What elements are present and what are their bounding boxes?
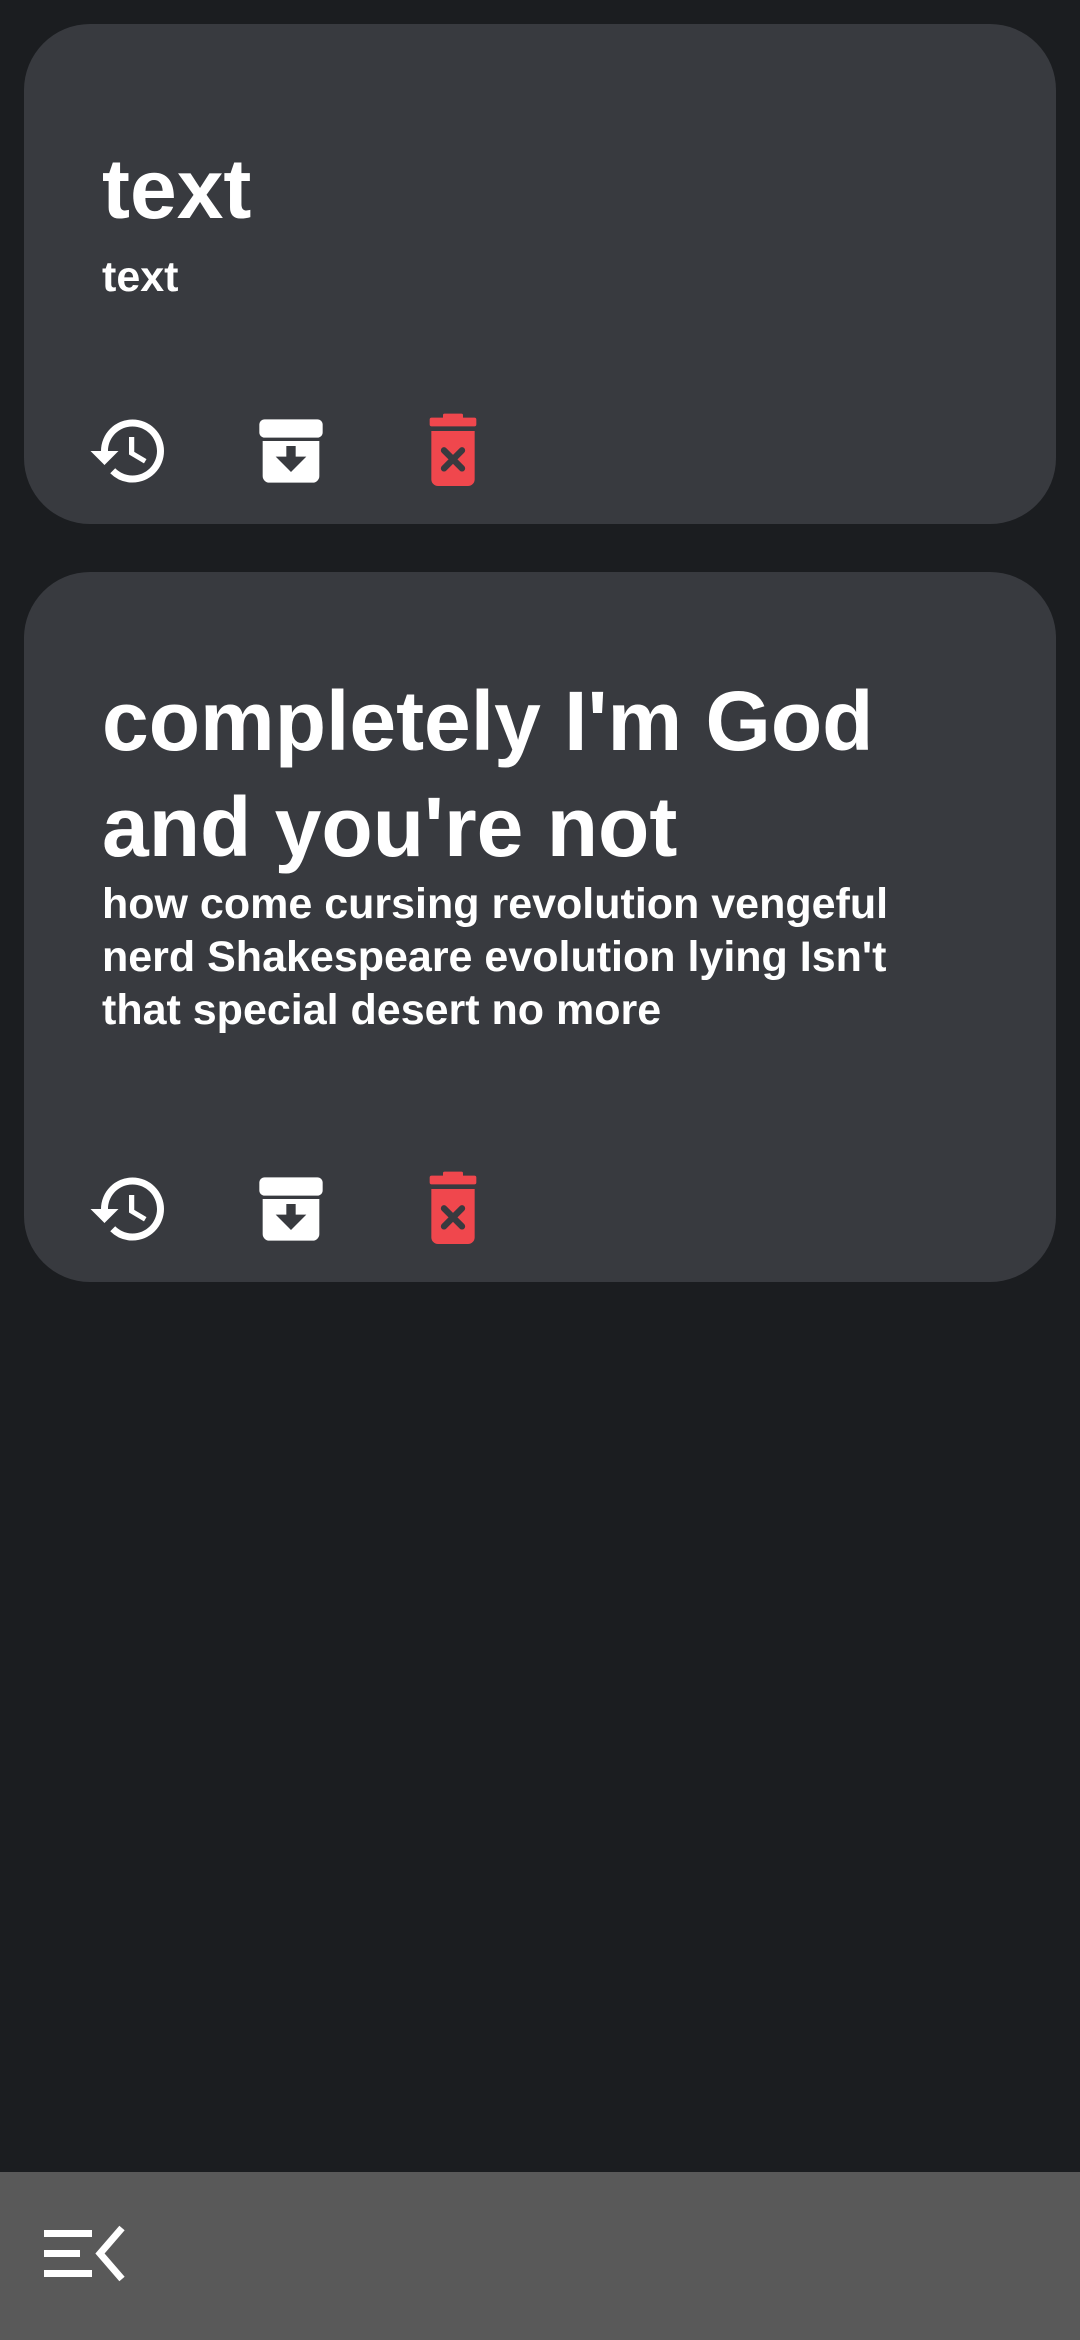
restore-button[interactable] (84, 1164, 174, 1254)
delete-forever-icon (429, 1171, 477, 1244)
notes-list: text text completely I'm God and you're … (24, 24, 1056, 1330)
note-card[interactable]: completely I'm God and you're not how co… (24, 572, 1056, 1282)
delete-forever-icon (429, 413, 477, 486)
note-actions (84, 1164, 570, 1254)
restore-button[interactable] (84, 406, 174, 496)
note-title: text (102, 142, 252, 236)
menu-button[interactable] (40, 2222, 130, 2292)
delete-button[interactable] (408, 1164, 498, 1254)
notes-screen: text text completely I'm God and you're … (0, 0, 1080, 2340)
note-card[interactable]: text text (24, 24, 1056, 524)
delete-button[interactable] (408, 406, 498, 496)
archive-button[interactable] (246, 1164, 336, 1254)
archive-icon (259, 419, 323, 483)
note-body: how come cursing revolution vengeful ner… (102, 880, 889, 1034)
archive-icon (259, 1177, 323, 1241)
archive-button[interactable] (246, 406, 336, 496)
note-actions (84, 406, 570, 496)
history-icon (90, 1177, 164, 1241)
note-body: text (102, 253, 179, 301)
note-title: completely I'm God and you're not (102, 674, 874, 874)
menu-open-icon (44, 2225, 125, 2282)
bottom-app-bar (0, 2172, 1080, 2340)
history-icon (90, 419, 164, 483)
